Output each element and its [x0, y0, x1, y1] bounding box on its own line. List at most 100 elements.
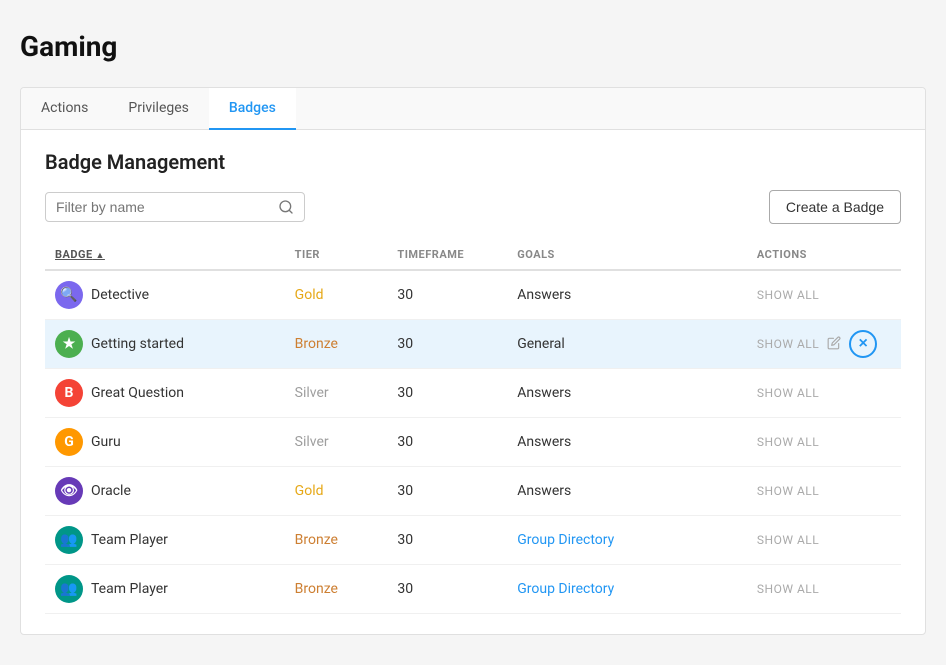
badge-icon: 👁 [55, 477, 83, 505]
column-actions: ACTIONS [747, 240, 901, 270]
goals-link[interactable]: Group Directory [517, 532, 614, 548]
tab-actions[interactable]: Actions [21, 88, 108, 130]
show-all-link[interactable]: SHOW ALL [757, 435, 819, 449]
badge-name-cell: G Guru [55, 428, 275, 456]
tier-value: Gold [295, 287, 324, 303]
goals-cell: General [507, 320, 747, 369]
badge-name-cell: 🔍 Detective [55, 281, 275, 309]
badge-cell: 🔍 Detective [45, 270, 285, 320]
badge-icon: B [55, 379, 83, 407]
badge-cell: 👥 Team Player [45, 565, 285, 614]
timeframe-cell: 30 [387, 270, 507, 320]
tab-badges[interactable]: Badges [209, 88, 296, 130]
timeframe-cell: 30 [387, 418, 507, 467]
column-tier: TIER [285, 240, 388, 270]
tier-value: Bronze [295, 581, 338, 597]
badge-name-cell: 👥 Team Player [55, 575, 275, 603]
badge-cell: B Great Question [45, 369, 285, 418]
badge-cell: ★ Getting started [45, 320, 285, 369]
tier-value: Bronze [295, 336, 338, 352]
goals-link[interactable]: Group Directory [517, 581, 614, 597]
table-row[interactable]: G Guru Silver 30Answers SHOW ALL [45, 418, 901, 467]
table-row[interactable]: 👁 Oracle Gold30AnswersSHOW ALL [45, 467, 901, 516]
timeframe-cell: 30 [387, 369, 507, 418]
tier-cell: Bronze [285, 516, 388, 565]
column-timeframe: TIMEFRAME [387, 240, 507, 270]
badge-name: Great Question [91, 385, 184, 401]
tier-cell: Gold [285, 270, 388, 320]
table-header: BADGE TIER TIMEFRAME GOALS ACTIONS [45, 240, 901, 270]
badge-name-cell: 👥 Team Player [55, 526, 275, 554]
timeframe-cell: 30 [387, 320, 507, 369]
tier-cell: Bronze [285, 565, 388, 614]
actions-cell: SHOW ALL [747, 467, 901, 516]
badge-cell: G Guru [45, 418, 285, 467]
create-badge-button[interactable]: Create a Badge [769, 190, 901, 224]
tier-cell: Silver [285, 418, 388, 467]
badge-icon: 🔍 [55, 281, 83, 309]
edit-button[interactable] [827, 336, 841, 353]
actions-cell: SHOW ALL [747, 270, 901, 320]
search-button[interactable] [278, 199, 294, 215]
goals-cell: Answers [507, 418, 747, 467]
goals-cell: Group Directory [507, 565, 747, 614]
tier-value: Silver [295, 385, 329, 401]
toolbar: Create a Badge [45, 190, 901, 224]
badge-icon: 👥 [55, 526, 83, 554]
pencil-icon [827, 336, 841, 350]
badge-name: Guru [91, 434, 121, 450]
timeframe-cell: 30 [387, 565, 507, 614]
actions-cell: SHOW ALL [747, 516, 901, 565]
badge-icon: ★ [55, 330, 83, 358]
badge-icon: 👥 [55, 575, 83, 603]
tab-bar: ActionsPrivilegesBadges [21, 88, 925, 130]
goals-cell: Answers [507, 369, 747, 418]
column-badge[interactable]: BADGE [45, 240, 285, 270]
delete-button[interactable]: × [849, 330, 877, 358]
tier-cell: Bronze [285, 320, 388, 369]
actions-container: SHOW ALL × [757, 330, 891, 358]
tier-value: Bronze [295, 532, 338, 548]
goals-cell: Group Directory [507, 516, 747, 565]
table-row[interactable]: ★ Getting started Bronze 30General SHOW A… [45, 320, 901, 369]
badges-table: BADGE TIER TIMEFRAME GOALS ACTIONS 🔍 Det… [45, 240, 901, 614]
page-title: Gaming [20, 30, 926, 63]
show-all-link[interactable]: SHOW ALL [757, 337, 819, 351]
actions-cell: SHOW ALL [747, 418, 901, 467]
search-input[interactable] [56, 199, 278, 215]
timeframe-cell: 30 [387, 516, 507, 565]
table-row[interactable]: 👥 Team Player Bronze 30 Group Directory SHO… [45, 565, 901, 614]
tier-value: Gold [295, 483, 324, 499]
table-body: 🔍 Detective Gold30AnswersSHOW ALL ★ Gett… [45, 270, 901, 614]
show-all-link[interactable]: SHOW ALL [757, 484, 819, 498]
search-icon [278, 199, 294, 215]
search-box [45, 192, 305, 222]
page-container: Gaming ActionsPrivilegesBadges Badge Man… [0, 0, 946, 665]
table-row[interactable]: 👥 Team Player Bronze 30 Group Directory SHO… [45, 516, 901, 565]
table-row[interactable]: B Great Question Silver 30Answers SHOW ALL [45, 369, 901, 418]
main-card: ActionsPrivilegesBadges Badge Management… [20, 87, 926, 635]
goals-cell: Answers [507, 270, 747, 320]
tab-privileges[interactable]: Privileges [108, 88, 209, 130]
card-body: Badge Management Create a Badge [21, 130, 925, 634]
show-all-link[interactable]: SHOW ALL [757, 582, 819, 596]
goals-cell: Answers [507, 467, 747, 516]
table-row[interactable]: 🔍 Detective Gold 30Answers SHOW ALL [45, 270, 901, 320]
show-all-link[interactable]: SHOW ALL [757, 533, 819, 547]
badge-name-cell: ★ Getting started [55, 330, 275, 358]
badge-icon: G [55, 428, 83, 456]
badge-name-cell: 👁 Oracle [55, 477, 275, 505]
badge-name: Getting started [91, 336, 184, 352]
badge-name: Oracle [91, 483, 131, 499]
tier-value: Silver [295, 434, 329, 450]
badge-cell: 👁 Oracle [45, 467, 285, 516]
section-title: Badge Management [45, 150, 901, 174]
badge-name: Team Player [91, 532, 168, 548]
show-all-link[interactable]: SHOW ALL [757, 386, 819, 400]
show-all-link[interactable]: SHOW ALL [757, 288, 819, 302]
tier-cell: Gold [285, 467, 388, 516]
actions-cell: SHOW ALL [747, 369, 901, 418]
actions-cell: SHOW ALL × [747, 320, 901, 369]
badge-name-cell: B Great Question [55, 379, 275, 407]
tier-cell: Silver [285, 369, 388, 418]
